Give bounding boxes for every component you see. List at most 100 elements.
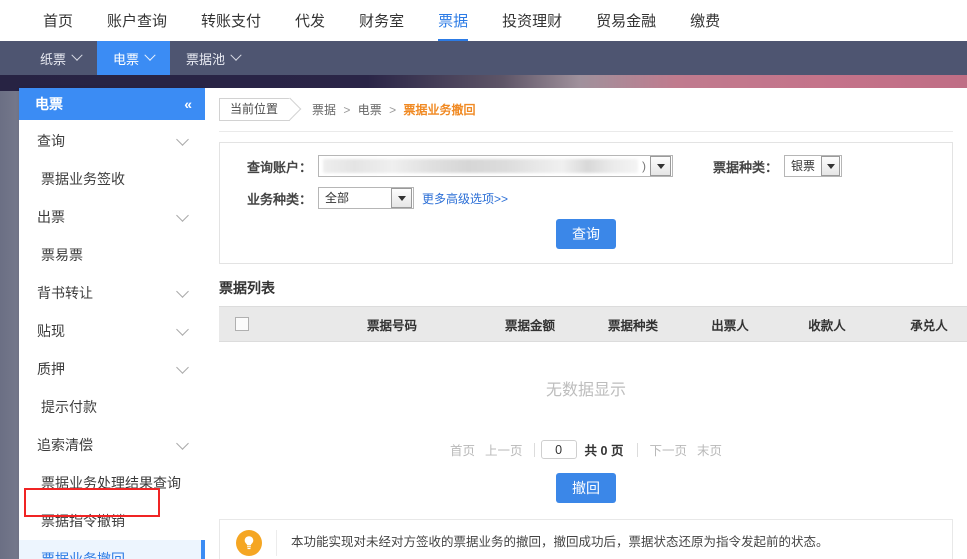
sidebar-item-label: 追索清偿 bbox=[37, 437, 93, 453]
biz-kind-select[interactable]: 全部 bbox=[318, 187, 414, 209]
sidebar-item-7[interactable]: 提示付款 bbox=[19, 388, 205, 426]
subnav-item-label: 票据池 bbox=[186, 51, 226, 67]
breadcrumb-item-1[interactable]: 电票 bbox=[358, 103, 382, 117]
breadcrumb-path: 票据 > 电票 > 票据业务撤回 bbox=[312, 101, 475, 118]
chevron-down-icon bbox=[176, 284, 189, 298]
sidebar-item-label: 质押 bbox=[37, 361, 65, 377]
bill-table: 票据号码 票据金额 票据种类 出票人 收款人 承兑人 bbox=[219, 306, 967, 342]
nav-item-label: 投资理财 bbox=[502, 13, 563, 30]
withdraw-button[interactable]: 撤回 bbox=[556, 473, 616, 503]
bill-kind-select[interactable]: 银票 bbox=[784, 155, 843, 177]
breadcrumb-current: 票据业务撤回 bbox=[403, 103, 476, 117]
table-header-label: 收款人 bbox=[808, 318, 846, 333]
chevron-down-icon bbox=[230, 49, 242, 61]
sidebar-item-label: 票据业务处理结果查询 bbox=[41, 475, 181, 491]
nav-item-label: 账户查询 bbox=[107, 13, 168, 30]
pager-first[interactable]: 首页 bbox=[445, 440, 480, 459]
sidebar-menu: 查询票据业务签收出票票易票背书转让贴现质押提示付款追索清偿票据业务处理结果查询票… bbox=[19, 120, 205, 559]
table-header-cell-0 bbox=[219, 306, 307, 342]
table-header-cell-2: 票据金额 bbox=[477, 306, 583, 342]
empty-state: 无数据显示 bbox=[545, 382, 626, 399]
account-select[interactable]: ) bbox=[318, 155, 673, 177]
chevron-down-icon bbox=[176, 208, 189, 222]
sidebar-item-4[interactable]: 背书转让 bbox=[19, 274, 205, 312]
sidebar-item-label: 背书转让 bbox=[37, 285, 93, 301]
sidebar-item-0[interactable]: 查询 bbox=[19, 122, 205, 160]
nav-item-5[interactable]: 票据 bbox=[421, 0, 485, 49]
subnav-item-1[interactable]: 电票 bbox=[97, 41, 171, 75]
sidebar-item-label: 贴现 bbox=[37, 323, 65, 339]
table-header-row: 票据号码 票据金额 票据种类 出票人 收款人 承兑人 bbox=[219, 306, 967, 342]
secondary-nav-items: 纸票 电票 票据池 bbox=[0, 41, 256, 75]
table-header-cell-6: 承兑人 bbox=[877, 306, 967, 342]
nav-item-0[interactable]: 首页 bbox=[26, 0, 90, 41]
table-header-cell-3: 票据种类 bbox=[583, 306, 683, 342]
sidebar-item-label: 票据业务签收 bbox=[41, 171, 125, 187]
pager-divider bbox=[533, 442, 535, 457]
pager-divider bbox=[637, 442, 639, 457]
table-header-cell-4: 出票人 bbox=[683, 306, 777, 342]
bulb-icon bbox=[236, 530, 262, 556]
list-title: 票据列表 bbox=[219, 280, 275, 296]
bill-kind-label: 票据种类： bbox=[713, 159, 779, 175]
sidebar-item-10[interactable]: 票据指令撤销 bbox=[19, 502, 205, 540]
sidebar-item-1[interactable]: 票据业务签收 bbox=[19, 160, 205, 198]
breadcrumb-tag: 当前位置 bbox=[219, 98, 291, 121]
subnav-item-0[interactable]: 纸票 bbox=[24, 41, 97, 75]
pager-page-input[interactable] bbox=[540, 440, 577, 459]
more-options-link[interactable]: 更多高级选项>> bbox=[422, 190, 508, 207]
sidebar-item-5[interactable]: 贴现 bbox=[19, 312, 205, 350]
sidebar-item-label: 票易票 bbox=[41, 247, 83, 263]
pagination: 首页 上一页 共 0 页 下一页 末页 bbox=[219, 440, 953, 459]
sidebar-item-3[interactable]: 票易票 bbox=[19, 236, 205, 274]
chevron-down-icon[interactable] bbox=[650, 156, 671, 176]
sidebar-item-label: 出票 bbox=[37, 209, 65, 225]
sidebar-header: 电票 « bbox=[19, 88, 205, 120]
nav-item-label: 首页 bbox=[43, 13, 74, 30]
sidebar-item-label: 查询 bbox=[37, 133, 65, 149]
query-button[interactable]: 查询 bbox=[556, 219, 616, 249]
secondary-navbar: 纸票 电票 票据池 bbox=[0, 41, 967, 75]
subnav-item-2[interactable]: 票据池 bbox=[170, 41, 256, 75]
more-options-label: 更多高级选项 bbox=[422, 191, 495, 206]
nav-item-3[interactable]: 代发 bbox=[278, 0, 342, 41]
subnav-item-label: 电票 bbox=[113, 51, 140, 67]
table-header-label: 出票人 bbox=[711, 318, 749, 333]
chevron-down-icon bbox=[176, 436, 189, 450]
chevron-down-icon[interactable] bbox=[821, 156, 841, 176]
account-masked-value bbox=[323, 159, 638, 173]
nav-item-2[interactable]: 转账支付 bbox=[184, 0, 278, 41]
nav-item-4[interactable]: 财务室 bbox=[342, 0, 421, 41]
subnav-item-label: 纸票 bbox=[40, 51, 67, 67]
bill-kind-value: 银票 bbox=[791, 159, 816, 173]
sidebar-item-8[interactable]: 追索清偿 bbox=[19, 426, 205, 464]
query-row-account: 查询账户： ) 票据种类： 银票 bbox=[220, 155, 952, 177]
nav-item-7[interactable]: 贸易金融 bbox=[579, 0, 673, 41]
nav-item-1[interactable]: 账户查询 bbox=[90, 0, 184, 41]
pager-last[interactable]: 末页 bbox=[692, 440, 727, 459]
nav-item-8[interactable]: 缴费 bbox=[673, 0, 737, 41]
chevron-down-icon[interactable] bbox=[391, 188, 412, 208]
collapse-icon[interactable]: « bbox=[184, 96, 192, 112]
biz-kind-value: 全部 bbox=[325, 191, 350, 205]
table-header-label: 承兑人 bbox=[910, 318, 948, 333]
nav-item-label: 代发 bbox=[295, 13, 326, 30]
pager-prev[interactable]: 上一页 bbox=[480, 440, 528, 459]
chevron-down-icon bbox=[176, 132, 189, 146]
pager-next[interactable]: 下一页 bbox=[644, 440, 692, 459]
sidebar-title: 电票 bbox=[35, 96, 63, 112]
sidebar-item-11[interactable]: 票据业务撤回 bbox=[19, 540, 205, 559]
sidebar-item-9[interactable]: 票据业务处理结果查询 bbox=[19, 464, 205, 502]
select-all-checkbox[interactable] bbox=[235, 317, 249, 332]
breadcrumb-item-0[interactable]: 票据 bbox=[312, 103, 336, 117]
sidebar-item-6[interactable]: 质押 bbox=[19, 350, 205, 388]
nav-item-6[interactable]: 投资理财 bbox=[485, 0, 579, 41]
sidebar-item-2[interactable]: 出票 bbox=[19, 198, 205, 236]
primary-navbar: 首页 账户查询 转账支付 代发 财务室 票据 投资理财 贸易金融 缴费 bbox=[0, 0, 967, 49]
sidebar-item-label: 提示付款 bbox=[41, 399, 97, 415]
query-panel: 查询账户： ) 票据种类： 银票 业务种类： 全部 更多高级选项>> 查询 bbox=[219, 142, 953, 264]
main-content: 当前位置 票据 > 电票 > 票据业务撤回 查询账户： ) 票据种类： 银票 业… bbox=[205, 88, 967, 559]
notice-divider bbox=[276, 530, 277, 556]
table-header-cell-1: 票据号码 bbox=[307, 306, 477, 342]
pager-total: 共 0 页 bbox=[584, 444, 624, 458]
